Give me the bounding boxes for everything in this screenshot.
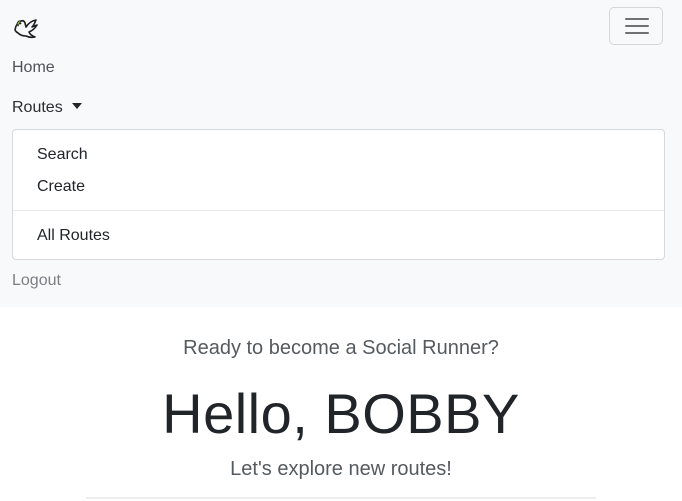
nav-link-logout[interactable]: Logout [12,271,61,291]
nav-link-routes[interactable]: Routes [12,98,82,118]
navbar: Home Routes Search Create All Routes Log… [0,0,682,307]
dove-logo-icon[interactable] [12,13,40,41]
greeting-heading: Hello, BOBBY [162,382,520,445]
hero-eyebrow-text: Ready to become a Social Runner? [183,337,499,359]
navbar-toggler-button[interactable] [609,7,663,45]
hero-subtitle: Let's explore new routes! [230,458,452,480]
caret-down-icon [71,103,82,109]
dropdown-item-search[interactable]: Search [37,145,88,165]
dropdown-item-all-routes[interactable]: All Routes [37,226,110,246]
dropdown-item-create[interactable]: Create [37,177,85,197]
hero-divider [86,497,596,499]
routes-dropdown-menu: Search Create All Routes [12,129,665,260]
dropdown-divider [13,210,664,211]
nav-link-routes-label: Routes [12,99,63,116]
nav-link-home[interactable]: Home [12,58,55,78]
